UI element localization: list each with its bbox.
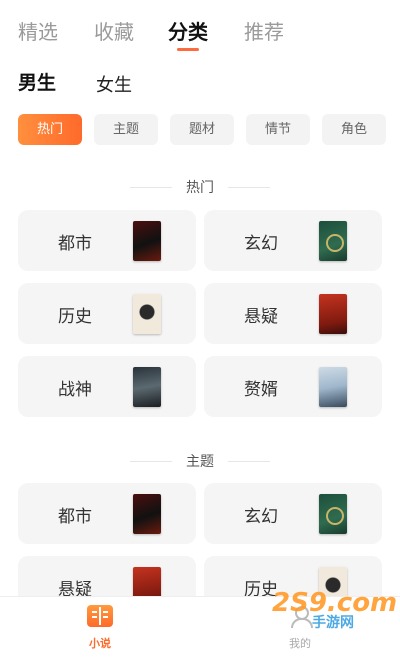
book-cover-image [319,367,347,407]
category-card-urban[interactable]: 都市 [18,210,196,271]
book-icon [87,605,113,627]
top-tab-bar: 精选 收藏 分类 推荐 [0,0,400,56]
book-cover-image [133,494,161,534]
active-tab-indicator [177,48,199,51]
divider [228,461,270,462]
section-title-text: 热门 [186,180,214,196]
category-label: 悬疑 [244,307,278,327]
category-label: 都市 [58,234,92,254]
category-card-son-in-law[interactable]: 赘婿 [204,356,382,417]
category-label: 玄幻 [244,234,278,254]
chip-plot[interactable]: 情节 [246,114,310,145]
bottom-nav-bar: 小说 我的 [0,596,400,666]
user-icon [289,605,313,628]
nav-mine[interactable]: 我的 [270,605,330,651]
chip-role[interactable]: 角色 [322,114,386,145]
nav-novels[interactable]: 小说 [70,605,130,651]
divider [130,187,172,188]
book-cover-image [133,221,161,261]
chip-subject[interactable]: 题材 [170,114,234,145]
category-label: 都市 [58,507,92,527]
divider [228,187,270,188]
category-label: 战神 [58,380,92,400]
book-cover-image [319,221,347,261]
category-card-urban[interactable]: 都市 [18,483,196,544]
category-card-war-god[interactable]: 战神 [18,356,196,417]
divider [130,461,172,462]
category-card-fantasy[interactable]: 玄幻 [204,483,382,544]
filter-chip-row: 热门 主题 题材 情节 角色 [18,114,400,146]
book-cover-image [133,367,161,407]
gender-tab-male[interactable]: 男生 [18,68,56,95]
tab-favorites[interactable]: 收藏 [94,16,134,45]
tab-recommended[interactable]: 推荐 [244,16,284,45]
book-cover-image [133,294,161,334]
category-label: 赘婿 [244,380,278,400]
nav-label: 小说 [89,637,111,650]
category-card-history[interactable]: 历史 [18,283,196,344]
book-cover-image [319,294,347,334]
section-title-text: 主题 [186,454,214,470]
category-label: 历史 [58,307,92,327]
category-label: 玄幻 [244,507,278,527]
tab-categories[interactable]: 分类 [168,16,208,45]
tab-featured[interactable]: 精选 [18,16,58,45]
book-cover-image [319,494,347,534]
chip-popular[interactable]: 热门 [18,114,82,145]
category-card-fantasy[interactable]: 玄幻 [204,210,382,271]
gender-tab-female[interactable]: 女生 [96,71,132,97]
section-title-theme: 主题 [0,451,400,471]
chip-theme[interactable]: 主题 [94,114,158,145]
section-title-popular: 热门 [0,177,400,197]
nav-label: 我的 [289,637,311,650]
category-card-mystery[interactable]: 悬疑 [204,283,382,344]
